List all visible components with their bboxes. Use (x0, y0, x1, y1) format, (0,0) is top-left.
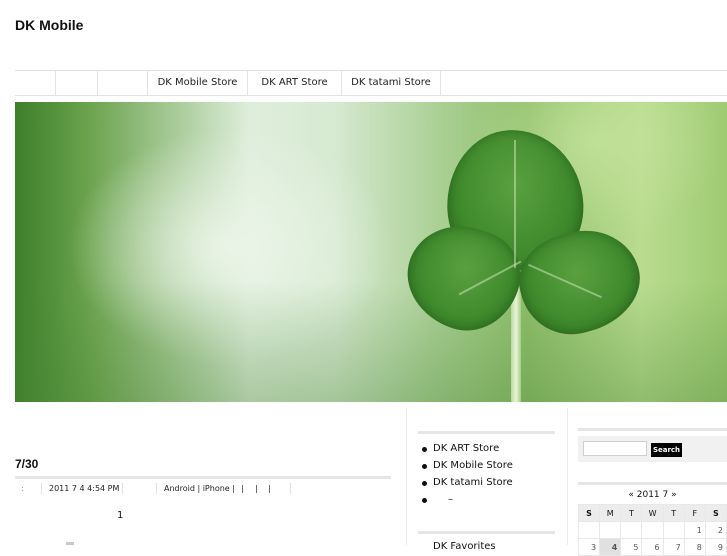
calendar-day: 1 (683, 521, 706, 539)
meta-separator: | (241, 484, 244, 493)
calendar-day: 5 (620, 538, 643, 556)
calendar-day (641, 521, 664, 539)
calendar-day-header: F (683, 504, 706, 522)
calendar-day-header: T (620, 504, 643, 522)
calendar-day (662, 521, 685, 539)
search-input[interactable] (583, 441, 647, 456)
calendar-day-header: M (599, 504, 622, 522)
post-body: 1 (117, 510, 124, 521)
nav-item-dk-tatami-store[interactable]: DK tatami Store (342, 71, 441, 95)
meta-separator: | (255, 484, 258, 493)
meta-divider (41, 483, 42, 494)
calendar-day (620, 521, 643, 539)
post-categories[interactable]: Android | iPhone | (164, 482, 235, 495)
nav-item-2[interactable] (56, 71, 98, 95)
widget-rule (418, 431, 555, 434)
widget-title: DK Favorites (433, 541, 496, 552)
meta-prefix: : (21, 484, 24, 493)
header-image (15, 102, 727, 402)
calendar-day-header: S (704, 504, 727, 522)
calendar-day (599, 521, 622, 539)
calendar-day (577, 521, 601, 539)
column-divider (567, 408, 568, 545)
site-title[interactable]: DK Mobile (15, 17, 83, 33)
widget-rule (578, 428, 727, 431)
link-dk-art-store[interactable]: DK ART Store (421, 440, 513, 457)
meta-divider (290, 483, 291, 494)
store-links-widget: DK ART Store DK Mobile Store DK tatami S… (421, 440, 513, 508)
post-date[interactable]: 2011 7 4 4:54 PM (49, 482, 119, 495)
calendar-day: 6 (641, 538, 664, 556)
calendar-day-link[interactable]: 4 (599, 538, 622, 556)
nav-item-dk-mobile-store[interactable]: DK Mobile Store (148, 71, 248, 95)
calendar-caption[interactable]: « 2011 7 » (578, 490, 727, 500)
widget-rule (578, 482, 727, 485)
clover-vein (514, 140, 516, 268)
calendar-day: 8 (683, 538, 706, 556)
calendar-day: 3 (577, 538, 601, 556)
link-item[interactable]: – (421, 491, 513, 508)
widget-rule (418, 531, 555, 534)
calendar-day-header: W (641, 504, 664, 522)
meta-divider (122, 483, 123, 494)
search-button[interactable]: Search (651, 443, 682, 457)
calendar-day-header: S (577, 504, 601, 522)
meta-separator: | (268, 484, 271, 493)
calendar-day-header: T (662, 504, 685, 522)
meta-divider (156, 483, 157, 494)
post-title-rule (15, 476, 391, 479)
post-title[interactable]: 7/30 (15, 457, 38, 471)
main-nav: DK Mobile Store DK ART Store DK tatami S… (15, 70, 727, 96)
nav-item-1[interactable] (15, 71, 56, 95)
calendar-day: 7 (662, 538, 685, 556)
nav-item-3[interactable] (98, 71, 148, 95)
calendar-day: 2 (704, 521, 727, 539)
column-divider (406, 408, 407, 545)
link-dk-tatami-store[interactable]: DK tatami Store (421, 474, 513, 491)
nav-item-dk-art-store[interactable]: DK ART Store (248, 71, 342, 95)
link-dk-mobile-store[interactable]: DK Mobile Store (421, 457, 513, 474)
post-meta: : 2011 7 4 4:54 PM Android | iPhone | | … (15, 482, 391, 495)
calendar-day: 9 (704, 538, 727, 556)
calendar: S M T W T F S 1 2 3 4 5 6 7 8 9 (577, 504, 727, 556)
